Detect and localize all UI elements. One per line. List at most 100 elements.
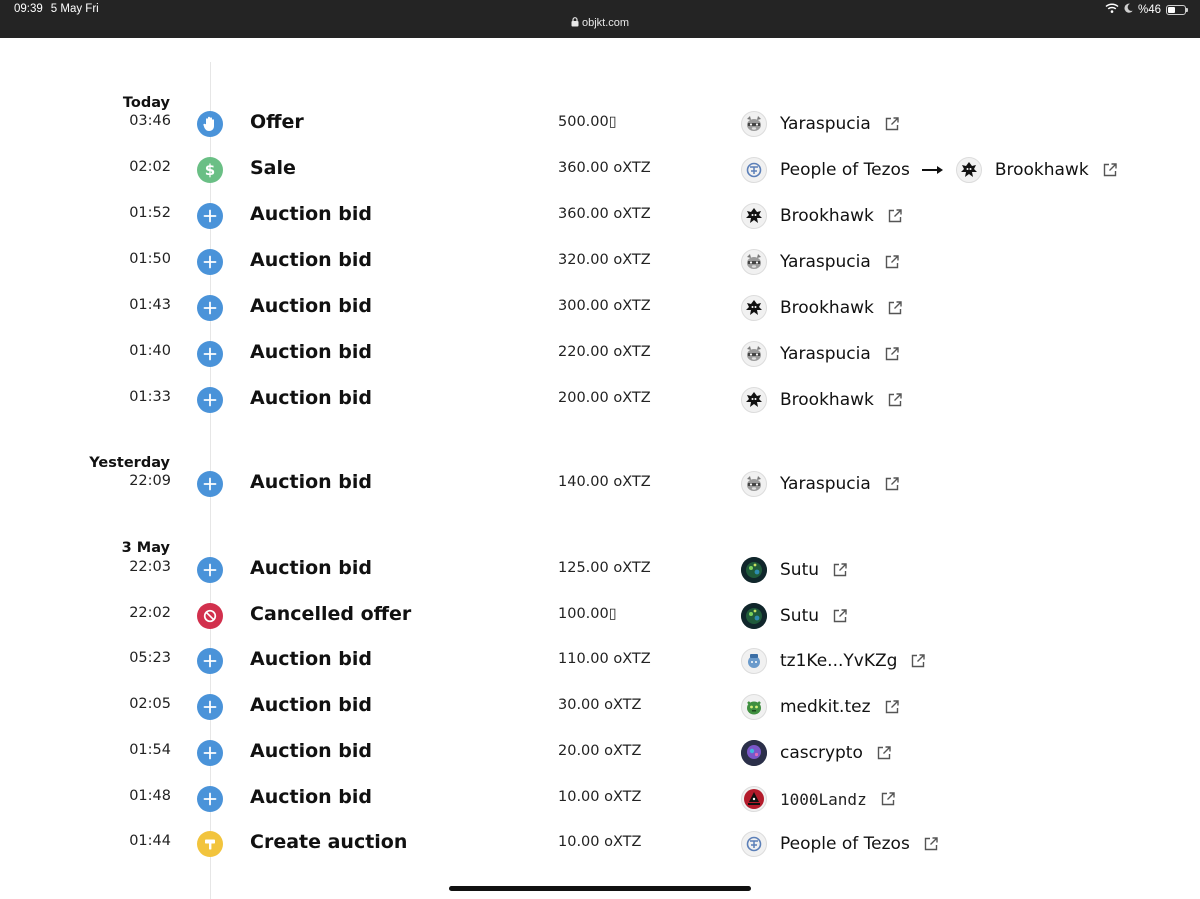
avatar[interactable]: [741, 786, 767, 812]
event-user: tz1Ke...YvKZg: [741, 648, 926, 674]
event-user: Brookhawk: [741, 387, 902, 413]
avatar[interactable]: [741, 341, 767, 367]
activity-row: 02:05 Auction bid 30.00 oXTZ medkit.tez: [0, 687, 1200, 727]
external-link-icon[interactable]: [885, 255, 899, 269]
user-name[interactable]: Yaraspucia: [780, 474, 871, 494]
event-user: Yaraspucia: [741, 111, 899, 137]
event-type: Auction bid: [250, 694, 372, 716]
event-price: 360.00 oXTZ: [558, 160, 651, 176]
event-type: Auction bid: [250, 249, 372, 271]
cancel-icon: [197, 603, 223, 629]
event-type: Offer: [250, 111, 304, 133]
plus-icon: [197, 203, 223, 229]
activity-row: 01:50 Auction bid 320.00 oXTZ Yaraspucia: [0, 242, 1200, 282]
avatar[interactable]: [741, 694, 767, 720]
buyer-name[interactable]: Brookhawk: [995, 160, 1089, 180]
event-type: Auction bid: [250, 648, 372, 670]
arrow-right-icon: [921, 165, 944, 175]
activity-row: 22:03 Auction bid 125.00 oXTZ Sutu: [0, 550, 1200, 590]
external-link-icon[interactable]: [888, 393, 902, 407]
external-link-icon[interactable]: [833, 563, 847, 577]
event-time: 01:48: [129, 788, 171, 804]
external-link-icon[interactable]: [885, 700, 899, 714]
external-link-icon[interactable]: [888, 209, 902, 223]
user-name[interactable]: medkit.tez: [780, 697, 871, 717]
event-type: Cancelled offer: [250, 603, 412, 625]
avatar[interactable]: [741, 387, 767, 413]
activity-row: 05:23 Auction bid 110.00 oXTZ tz1Ke...YvKZg: [0, 641, 1200, 681]
avatar[interactable]: [741, 557, 767, 583]
event-time: 22:03: [129, 559, 171, 575]
user-name[interactable]: Yaraspucia: [780, 252, 871, 272]
user-name[interactable]: 1000Landz: [780, 790, 867, 809]
event-type: Auction bid: [250, 786, 372, 808]
activity-row: 01:43 Auction bid 300.00 oXTZ Brookhawk: [0, 288, 1200, 328]
event-price: 140.00 oXTZ: [558, 474, 651, 490]
plus-icon: [197, 295, 223, 321]
user-name[interactable]: cascrypto: [780, 743, 863, 763]
user-name[interactable]: tz1Ke...YvKZg: [780, 651, 897, 671]
activity-row: 01:44 Create auction 10.00 oXTZ People of T…: [0, 824, 1200, 864]
external-link-icon[interactable]: [881, 792, 895, 806]
external-link-icon[interactable]: [911, 654, 926, 668]
activity-row: 01:54 Auction bid 20.00 oXTZ cascrypto: [0, 733, 1200, 773]
user-name[interactable]: Sutu: [780, 560, 819, 580]
activity-row: 03:46 Offer 500.00▯ Yaraspucia: [0, 104, 1200, 144]
external-link-icon[interactable]: [885, 477, 899, 491]
activity-row: 01:52 Auction bid 360.00 oXTZ Brookhawk: [0, 196, 1200, 236]
clock-date: 5 May Fri: [50, 3, 99, 15]
avatar[interactable]: [741, 603, 767, 629]
avatar[interactable]: [741, 740, 767, 766]
external-link-icon[interactable]: [888, 301, 902, 315]
user-name[interactable]: Yaraspucia: [780, 344, 871, 364]
event-time: 01:54: [129, 742, 171, 758]
address-bar[interactable]: objkt.com: [0, 17, 1200, 29]
user-name[interactable]: Brookhawk: [780, 390, 874, 410]
user-name[interactable]: Brookhawk: [780, 298, 874, 318]
event-price: 200.00 oXTZ: [558, 390, 651, 406]
event-price: 20.00 oXTZ: [558, 743, 642, 759]
user-name[interactable]: Yaraspucia: [780, 114, 871, 134]
battery-percent: %46: [1137, 3, 1161, 16]
event-user: 1000Landz: [741, 786, 895, 812]
event-price: 300.00 oXTZ: [558, 298, 651, 314]
event-user: People of Tezos Brookhawk: [741, 157, 1117, 183]
avatar[interactable]: [955, 157, 982, 183]
event-price: 320.00 oXTZ: [558, 252, 651, 268]
avatar[interactable]: [741, 295, 767, 321]
external-link-icon[interactable]: [833, 609, 847, 623]
avatar[interactable]: [741, 203, 767, 229]
user-name[interactable]: Brookhawk: [780, 206, 874, 226]
event-type: Auction bid: [250, 203, 372, 225]
external-link-icon[interactable]: [885, 117, 899, 131]
user-name[interactable]: People of Tezos: [780, 834, 910, 854]
plus-icon: [197, 648, 223, 674]
lock-icon: [571, 17, 582, 29]
avatar[interactable]: [741, 648, 767, 674]
dollar-icon: $: [197, 157, 223, 183]
hammer-icon: [197, 831, 223, 857]
event-user: Yaraspucia: [741, 249, 899, 275]
external-link-icon[interactable]: [1103, 163, 1117, 177]
avatar[interactable]: [741, 831, 767, 857]
plus-icon: [197, 740, 223, 766]
plus-icon: [197, 471, 223, 497]
event-time: 01:50: [129, 251, 171, 267]
external-link-icon[interactable]: [877, 746, 891, 760]
external-link-icon[interactable]: [885, 347, 899, 361]
event-price: 110.00 oXTZ: [558, 651, 651, 667]
activity-row: 01:40 Auction bid 220.00 oXTZ Yaraspucia: [0, 334, 1200, 374]
avatar[interactable]: [741, 111, 767, 137]
event-time: 01:33: [129, 389, 171, 405]
activity-row: 22:09 Auction bid 140.00 oXTZ Yaraspucia: [0, 464, 1200, 504]
avatar[interactable]: [741, 471, 767, 497]
user-name[interactable]: Sutu: [780, 606, 819, 626]
svg-text:$: $: [205, 162, 215, 178]
avatar[interactable]: [741, 157, 767, 183]
user-name[interactable]: People of Tezos: [780, 160, 910, 180]
event-time: 01:40: [129, 343, 171, 359]
event-type: Create auction: [250, 831, 408, 853]
avatar[interactable]: [741, 249, 767, 275]
external-link-icon[interactable]: [924, 837, 938, 851]
home-indicator[interactable]: [449, 886, 751, 891]
